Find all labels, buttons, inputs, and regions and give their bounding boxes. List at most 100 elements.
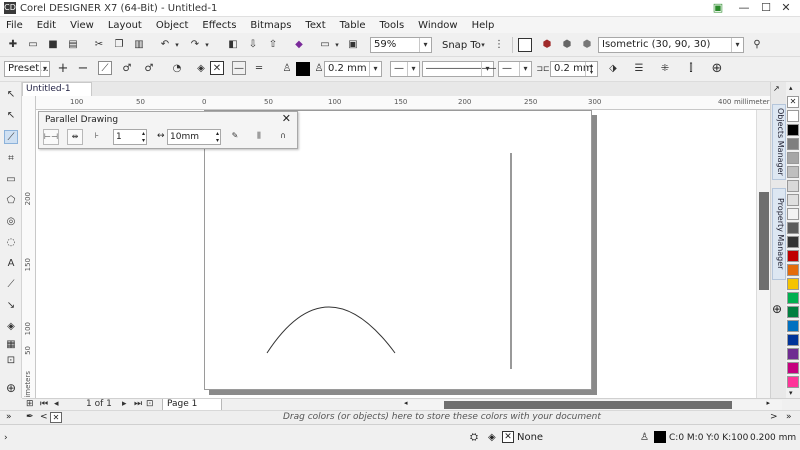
start-arrow-icon[interactable]: —: [232, 61, 246, 75]
palette-left-icon[interactable]: <: [40, 412, 48, 422]
add-preset-icon[interactable]: +: [56, 62, 70, 76]
zoom-fit-icon[interactable]: ⊞: [26, 399, 34, 410]
no-color-swatch[interactable]: ✕: [787, 96, 799, 108]
document-palette-bar[interactable]: » ✒ < ✕ Drag colors (or objects) here to…: [0, 410, 800, 424]
select-outline-icon[interactable]: ◔: [170, 62, 184, 76]
preset-select[interactable]: Preset... ▾: [4, 61, 50, 77]
palette-swatch[interactable]: [787, 376, 799, 388]
menu-text[interactable]: Text: [305, 20, 325, 31]
both-sides-mode-icon[interactable]: ⇹: [67, 129, 83, 145]
no-color-icon[interactable]: ✕: [50, 412, 62, 423]
isometric-frame-icon[interactable]: [518, 38, 532, 52]
vertical-ruler[interactable]: 200 150 100 50 millimeters: [22, 96, 36, 410]
isometric-cube-side-icon[interactable]: ⬢: [560, 38, 574, 52]
single-line-mode-icon[interactable]: ⊢⊣: [43, 129, 59, 145]
paste-icon[interactable]: ▥: [132, 38, 146, 52]
distance-field[interactable]: 10mm ▴ ▾: [167, 129, 221, 145]
horizontal-ruler[interactable]: 100 50 0 50 100 150 200 250 300 400 mill…: [36, 96, 773, 110]
menu-effects[interactable]: Effects: [202, 20, 236, 31]
hook-icon[interactable]: ∩: [275, 129, 291, 145]
palette-swatch[interactable]: [787, 208, 799, 220]
palette-scroll-down-icon[interactable]: ▾: [789, 389, 793, 397]
palette-swatch[interactable]: [787, 110, 799, 122]
ellipse-tool-icon[interactable]: ◎: [4, 215, 18, 229]
first-page-icon[interactable]: ⏮: [40, 399, 48, 410]
line-style-select[interactable]: ――――――― ▾: [422, 61, 496, 77]
isometric-cube-top-icon[interactable]: ⬢: [580, 38, 594, 52]
application-launcher-icon[interactable]: ◆: [292, 38, 306, 52]
pattern-tool-icon[interactable]: ▦: [4, 338, 18, 352]
chevron-down-icon[interactable]: ▾: [407, 62, 419, 76]
close-button[interactable]: ✕: [772, 0, 800, 17]
bezier-mode-icon[interactable]: ♂: [142, 62, 156, 76]
undo-dropdown-icon[interactable]: ▾: [170, 38, 184, 52]
menu-tools[interactable]: Tools: [380, 20, 405, 31]
palette-swatch[interactable]: [787, 236, 799, 248]
chevron-down-icon[interactable]: ▾: [519, 62, 531, 76]
palette-swatch[interactable]: [787, 278, 799, 290]
callout-tool-icon[interactable]: ⊡: [4, 354, 18, 368]
menu-edit[interactable]: Edit: [37, 20, 56, 31]
preview-dropdown-icon[interactable]: ▾: [330, 38, 344, 52]
add-tool-icon[interactable]: ⊕: [4, 381, 18, 395]
palette-swatch[interactable]: [787, 292, 799, 304]
palette-swatch[interactable]: [787, 250, 799, 262]
palette-swatch[interactable]: [787, 180, 799, 192]
curve-mode-icon[interactable]: ♂: [120, 62, 134, 76]
spinner-icon[interactable]: ▴ ▾: [142, 130, 145, 144]
drawn-arc[interactable]: [266, 306, 396, 354]
outline-pen-icon[interactable]: ♙: [280, 62, 294, 76]
parallel-drawing-tool-icon[interactable]: ⟋: [4, 130, 18, 144]
menu-view[interactable]: View: [70, 20, 94, 31]
palette-menu-icon[interactable]: »: [786, 412, 792, 422]
crop-tool-icon[interactable]: ⌗: [4, 152, 18, 166]
wrap-text-icon[interactable]: ☰: [632, 62, 646, 76]
palette-swatch[interactable]: [787, 264, 799, 276]
object-details-icon[interactable]: ⛭: [470, 432, 478, 443]
menu-window[interactable]: Window: [418, 20, 457, 31]
offset-field[interactable]: 0.2 mm ▴ ▾: [550, 61, 598, 77]
isometric-cube-icon[interactable]: ⬢: [540, 38, 554, 52]
snap-settings-icon[interactable]: ⋮: [492, 38, 506, 52]
pick-projection-icon[interactable]: ⚲: [750, 38, 764, 52]
previous-page-icon[interactable]: ◂: [54, 399, 59, 410]
save-icon[interactable]: ■: [46, 38, 60, 52]
chevron-down-icon[interactable]: ▾: [731, 38, 743, 52]
palette-scroll-up-icon[interactable]: ▴: [789, 84, 793, 92]
chevron-down-icon[interactable]: ▾: [40, 62, 49, 76]
snap-to-dropdown-icon[interactable]: ▾: [476, 38, 490, 52]
outline-color-swatch[interactable]: [296, 62, 310, 76]
offset-side-icon[interactable]: ⊦: [89, 129, 105, 145]
lasso-tool-icon[interactable]: ◌: [4, 236, 18, 250]
spinner-icon[interactable]: ▴ ▾: [585, 62, 597, 76]
search-content-icon[interactable]: ◧: [226, 38, 240, 52]
add-page-icon[interactable]: ⊡: [146, 399, 154, 410]
objects-manager-tab[interactable]: Objects Manager: [772, 104, 786, 180]
bring-to-front-icon[interactable]: ⬗: [606, 62, 620, 76]
projection-select[interactable]: Isometric (30, 90, 30) ▾: [598, 37, 744, 53]
chevron-down-icon[interactable]: ▾: [481, 62, 493, 76]
palette-swatch[interactable]: [787, 124, 799, 136]
status-expand-icon[interactable]: ›: [4, 433, 8, 443]
open-icon[interactable]: ▭: [26, 38, 40, 52]
palette-swatch[interactable]: [787, 222, 799, 234]
dimension-tool-icon[interactable]: ⟋: [4, 278, 18, 292]
document-tab[interactable]: Untitled-1: [22, 82, 92, 96]
copy-icon[interactable]: ❐: [112, 38, 126, 52]
palette-swatch[interactable]: [787, 362, 799, 374]
fill-bucket-icon[interactable]: ◈: [194, 62, 208, 76]
scroll-left-icon[interactable]: ◂: [404, 399, 408, 407]
palette-right-icon[interactable]: >: [770, 412, 778, 422]
chevron-down-icon[interactable]: ▾: [419, 38, 431, 52]
drawing-canvas[interactable]: [36, 110, 770, 398]
vertical-scroll-thumb[interactable]: [759, 192, 769, 290]
menu-file[interactable]: File: [6, 20, 23, 31]
redo-dropdown-icon[interactable]: ▾: [200, 38, 214, 52]
print-icon[interactable]: ▤: [66, 38, 80, 52]
vertical-scrollbar[interactable]: [756, 110, 770, 398]
end-arrow-icon[interactable]: ═: [252, 62, 266, 76]
outline-width-field[interactable]: 0.2 mm ▾: [324, 61, 382, 77]
split-icon[interactable]: ⁜: [658, 62, 672, 76]
connector-tool-icon[interactable]: ↘: [4, 299, 18, 313]
palette-swatch[interactable]: [787, 166, 799, 178]
